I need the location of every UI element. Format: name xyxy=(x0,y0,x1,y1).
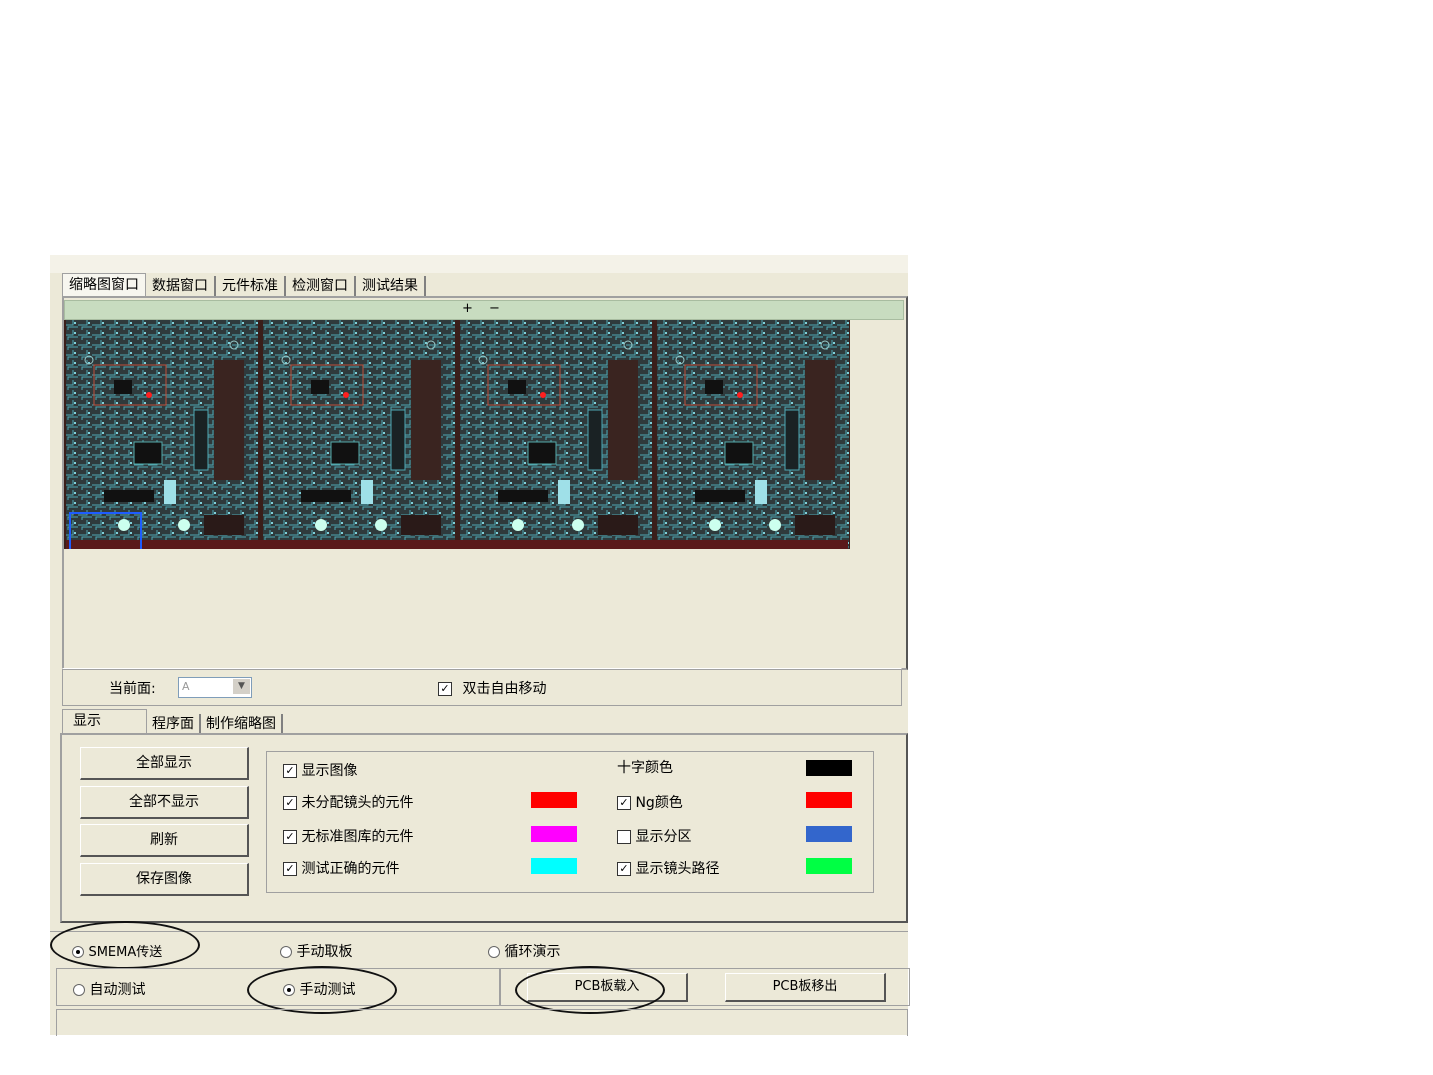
tab-thumbnail[interactable]: 缩略图窗口 xyxy=(62,273,146,296)
test-correct-checkbox[interactable]: ✓ xyxy=(283,862,297,876)
unassigned-lens-option[interactable]: ✓ 未分配镜头的元件 xyxy=(283,792,413,812)
pcb-thumbnail-image[interactable] xyxy=(64,320,850,549)
unassigned-lens-checkbox[interactable]: ✓ xyxy=(283,796,297,810)
current-face-value: A xyxy=(182,680,190,693)
zoom-bar[interactable]: + − xyxy=(64,300,904,320)
loop-demo-option[interactable]: 循环演示 xyxy=(488,941,560,961)
manual-take-label: 手动取板 xyxy=(296,944,353,960)
show-image-label: 显示图像 xyxy=(301,763,358,779)
test-correct-option[interactable]: ✓ 测试正确的元件 xyxy=(283,858,399,878)
pcb-image xyxy=(64,320,850,549)
current-face-row: 当前面: A ▼ ✓ 双击自由移动 xyxy=(62,668,902,706)
display-settings-panel: 全部显示 全部不显示 刷新 保存图像 ✓ 显示图像 ✓ 未分配镜头的元件 ✓ 无… xyxy=(60,733,908,923)
thumbnail-view: + − xyxy=(62,296,908,670)
transfer-mode-row: SMEMA传送 手动取板 循环演示 xyxy=(50,921,908,969)
current-face-select[interactable]: A ▼ xyxy=(178,677,252,698)
ng-color-checkbox[interactable]: ✓ xyxy=(617,796,631,810)
tab-display[interactable]: 显示 xyxy=(62,709,147,734)
double-click-move-label: 双击自由移动 xyxy=(462,681,547,697)
test-correct-label: 测试正确的元件 xyxy=(301,861,400,877)
ng-color-label: Ng颜色 xyxy=(635,795,683,811)
status-area xyxy=(56,1009,908,1036)
show-lens-path-label: 显示镜头路径 xyxy=(635,861,720,877)
ng-color-option[interactable]: ✓ Ng颜色 xyxy=(617,792,683,812)
show-zones-checkbox[interactable] xyxy=(617,830,631,844)
double-click-move-option[interactable]: ✓ 双击自由移动 xyxy=(438,678,546,698)
tab-data[interactable]: 数据窗口 xyxy=(146,276,216,296)
refresh-button[interactable]: 刷新 xyxy=(80,824,249,857)
show-all-button[interactable]: 全部显示 xyxy=(80,747,249,780)
loop-demo-label: 循环演示 xyxy=(504,944,561,960)
cross-color-label: 十字颜色 xyxy=(617,760,673,776)
tab-component-standard[interactable]: 元件标准 xyxy=(216,276,286,296)
tab-inspection[interactable]: 检测窗口 xyxy=(286,276,356,296)
show-zones-color-swatch[interactable] xyxy=(806,826,852,842)
manual-take-radio[interactable] xyxy=(280,946,292,958)
ng-color-swatch[interactable] xyxy=(806,792,852,808)
current-face-label: 当前面: xyxy=(109,681,156,697)
panel-top-strip xyxy=(50,255,908,273)
manual-take-option[interactable]: 手动取板 xyxy=(280,941,352,961)
show-lens-path-color-swatch[interactable] xyxy=(806,858,852,874)
double-click-move-checkbox[interactable]: ✓ xyxy=(438,682,452,696)
hide-all-button[interactable]: 全部不显示 xyxy=(80,786,249,819)
unassigned-lens-label: 未分配镜头的元件 xyxy=(301,795,414,811)
no-std-lib-checkbox[interactable]: ✓ xyxy=(283,830,297,844)
no-std-lib-color-swatch[interactable] xyxy=(531,826,577,842)
tab-program-face[interactable]: 程序面 xyxy=(147,714,201,734)
show-image-option[interactable]: ✓ 显示图像 xyxy=(283,760,357,780)
highlight-oval xyxy=(50,921,200,969)
show-zones-label: 显示分区 xyxy=(635,829,692,845)
show-zones-option[interactable]: 显示分区 xyxy=(617,826,691,846)
tab-make-thumbnail[interactable]: 制作缩略图 xyxy=(201,714,283,734)
loop-demo-radio[interactable] xyxy=(488,946,500,958)
no-std-lib-label: 无标准图库的元件 xyxy=(301,829,414,845)
highlight-oval xyxy=(247,966,397,1014)
tab-test-results[interactable]: 测试结果 xyxy=(356,276,426,296)
no-std-lib-option[interactable]: ✓ 无标准图库的元件 xyxy=(283,826,413,846)
auto-test-radio[interactable] xyxy=(73,984,85,996)
auto-test-label: 自动测试 xyxy=(89,982,146,998)
show-lens-path-checkbox[interactable]: ✓ xyxy=(617,862,631,876)
unassigned-lens-color-swatch[interactable] xyxy=(531,792,577,808)
display-tab-bar: 显示 程序面 制作缩略图 xyxy=(62,709,283,734)
aoi-control-panel: 缩略图窗口 数据窗口 元件标准 检测窗口 测试结果 + − 当前面: A ▼ ✓… xyxy=(50,255,910,1036)
show-lens-path-option[interactable]: ✓ 显示镜头路径 xyxy=(617,858,719,878)
divider xyxy=(499,969,501,1005)
save-image-button[interactable]: 保存图像 xyxy=(80,863,249,896)
test-correct-color-swatch[interactable] xyxy=(531,858,577,874)
cross-color-swatch[interactable] xyxy=(806,760,852,776)
main-tab-bar: 缩略图窗口 数据窗口 元件标准 检测窗口 测试结果 xyxy=(62,273,426,296)
display-options-box: ✓ 显示图像 ✓ 未分配镜头的元件 ✓ 无标准图库的元件 ✓ 测试正确的元件 十… xyxy=(266,751,874,893)
pcb-unload-button[interactable]: PCB板移出 xyxy=(725,973,886,1002)
chevron-down-icon[interactable]: ▼ xyxy=(233,679,250,694)
show-image-checkbox[interactable]: ✓ xyxy=(283,764,297,778)
test-mode-row: 自动测试 手动测试 PCB板载入 PCB板移出 xyxy=(56,966,910,1014)
highlight-oval xyxy=(515,966,665,1014)
auto-test-option[interactable]: 自动测试 xyxy=(73,979,145,999)
